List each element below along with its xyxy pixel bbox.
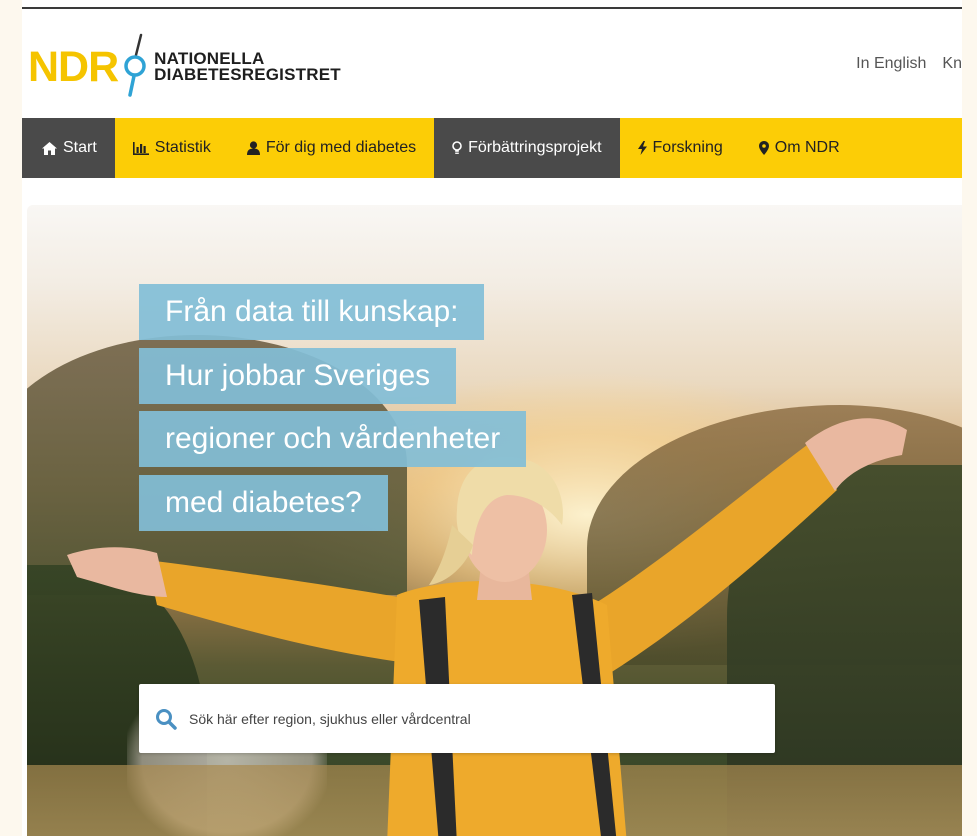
nav-label: Förbättringsprojekt — [468, 139, 602, 156]
contact-link[interactable]: Kn — [942, 55, 962, 73]
nav-label: Forskning — [652, 139, 723, 156]
nav-item-for-dig[interactable]: För dig med diabetes — [229, 118, 434, 178]
search-box[interactable] — [139, 684, 775, 753]
nav-label: För dig med diabetes — [265, 139, 417, 156]
nav-item-start[interactable]: Start — [22, 118, 115, 178]
search-input[interactable] — [187, 709, 751, 728]
nav-item-statistik[interactable]: Statistik — [115, 118, 229, 178]
nav-label: Statistik — [154, 139, 211, 156]
search-icon[interactable] — [155, 708, 177, 730]
site-header: NDR NATIONELLA DIABETESREGISTRET In Engl… — [22, 10, 962, 117]
logo-wordmark: NATIONELLA DIABETESREGISTRET — [154, 50, 341, 84]
nav-label: Om NDR — [774, 139, 840, 156]
logo-line-2: DIABETESREGISTRET — [154, 65, 341, 84]
nav-item-om-ndr[interactable]: Om NDR — [741, 118, 858, 178]
ndr-logo[interactable]: NDR NATIONELLA DIABETESREGISTRET — [28, 32, 341, 102]
bar-chart-icon — [132, 141, 149, 155]
bolt-icon — [637, 141, 647, 155]
logo-abbreviation: NDR — [28, 42, 119, 91]
lightbulb-icon — [452, 141, 462, 155]
top-border — [22, 7, 962, 9]
map-marker-icon — [758, 141, 769, 155]
nav-item-forskning[interactable]: Forskning — [620, 118, 741, 178]
hero-headline-line-3: regioner och vårdenheter — [139, 411, 527, 467]
user-icon — [246, 141, 260, 155]
header-links: In English Kn — [856, 55, 962, 73]
nav-item-forbattringsprojekt[interactable]: Förbättringsprojekt — [434, 118, 620, 178]
hero-banner: Från data till kunskap: Hur jobbar Sveri… — [27, 205, 962, 836]
logo-drop-icon — [122, 33, 148, 102]
hero-headline-line-1: Från data till kunskap: — [139, 284, 485, 340]
hero-headline-line-4: med diabetes? — [139, 475, 388, 531]
nav-label: Start — [63, 139, 97, 156]
home-icon — [42, 141, 57, 155]
page: NDR NATIONELLA DIABETESREGISTRET In Engl… — [22, 0, 962, 836]
english-link[interactable]: In English — [856, 55, 926, 73]
main-nav: Start Statistik För dig med diabetes För… — [22, 118, 962, 178]
hero-headline-line-2: Hur jobbar Sveriges — [139, 348, 457, 404]
